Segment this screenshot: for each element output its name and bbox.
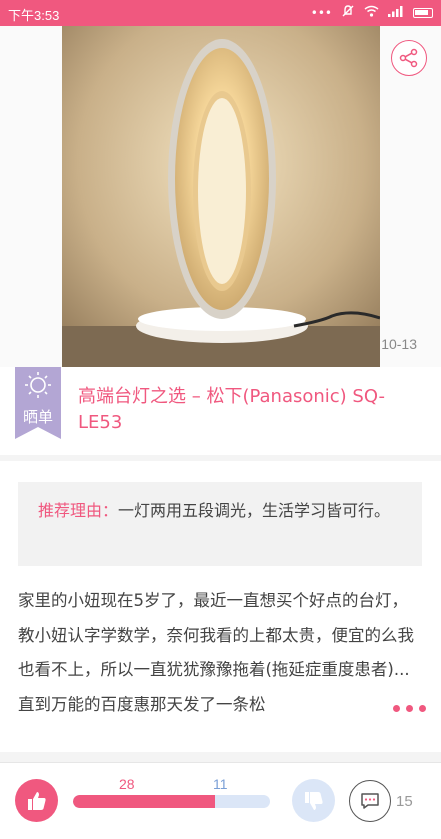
comment-icon — [361, 793, 379, 809]
mute-icon — [341, 4, 355, 22]
status-time: 下午3:53 — [8, 8, 60, 23]
signal-icon — [388, 5, 404, 21]
bottom-action-bar: 28 11 15 — [0, 762, 441, 839]
post-body: 家里的小妞现在5岁了，最近一直想买个好点的台灯，教小妞认字学数学，奈何我看的上都… — [18, 591, 414, 714]
dot-icon — [393, 704, 400, 712]
thumbs-down-icon — [304, 791, 323, 810]
thumbs-up-icon — [27, 791, 46, 810]
like-button[interactable] — [15, 779, 58, 822]
comment-count: 15 — [396, 793, 413, 810]
like-count: 28 — [119, 776, 135, 792]
category-tag — [15, 367, 61, 439]
category-tag-label: 晒单 — [22, 408, 53, 426]
status-icons: ••• — [311, 4, 433, 22]
more-notifications-icon: ••• — [310, 6, 332, 20]
post-date: 10-13 — [381, 336, 417, 352]
vote-ratio-bar — [73, 795, 270, 808]
share-icon — [399, 48, 418, 68]
table-lamp-photo — [62, 26, 380, 367]
dislike-button[interactable] — [292, 779, 335, 822]
wifi-icon — [364, 5, 379, 21]
post-title: 高端台灯之选 – 松下(Panasonic) SQ-LE53 — [78, 386, 386, 433]
dislike-count: 11 — [213, 776, 228, 792]
section-divider — [0, 752, 441, 762]
share-button[interactable] — [391, 40, 427, 76]
reason-text: 一灯两用五段调光，生活学习皆可行。 — [118, 501, 391, 520]
section-divider — [0, 455, 441, 461]
vote-ratio-fill — [73, 795, 215, 808]
battery-icon — [413, 8, 433, 18]
hero-image — [0, 26, 441, 367]
dot-icon — [419, 704, 426, 712]
expand-more-button[interactable] — [372, 693, 428, 723]
reason-label: 推荐理由： — [38, 501, 119, 520]
recommendation-reason: 推荐理由：一灯两用五段调光，生活学习皆可行。 — [18, 482, 422, 566]
comment-button[interactable] — [349, 780, 391, 822]
status-bar: 下午3:53 ••• — [0, 0, 441, 26]
dot-icon — [406, 704, 413, 712]
